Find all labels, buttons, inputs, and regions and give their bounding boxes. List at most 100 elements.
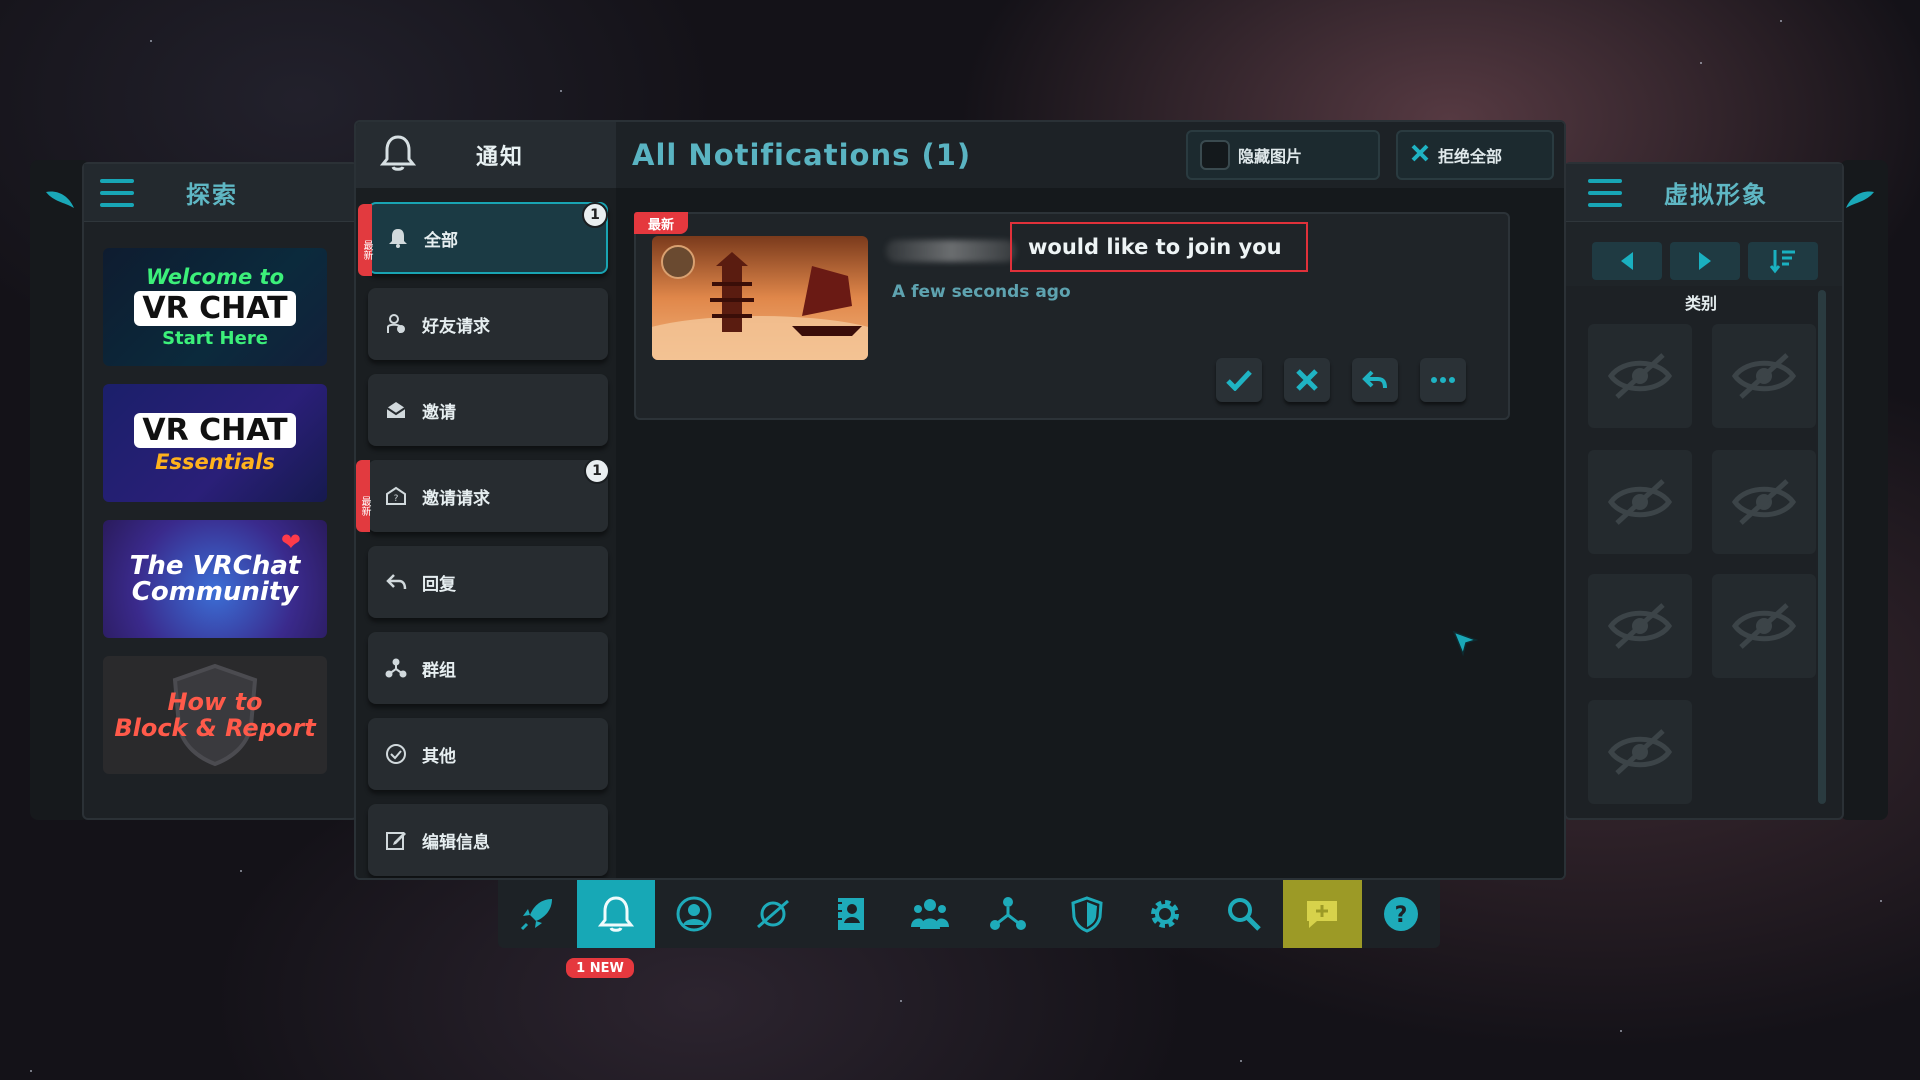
close-icon — [1296, 369, 1318, 391]
reply-button[interactable] — [1352, 358, 1398, 402]
reply-icon — [1362, 370, 1387, 389]
category-groups[interactable]: 群组 — [368, 632, 608, 704]
chevron-right-icon — [1699, 252, 1711, 270]
sender-name-blurred — [886, 240, 1016, 262]
friend-request-icon — [384, 312, 408, 336]
category-column: 通知 最新 全部 1 好友请求 邀请 最新 ? 邀请请求 1 回复 群组 其他 … — [356, 122, 616, 878]
avatar-slot[interactable] — [1712, 574, 1816, 678]
close-icon — [1410, 143, 1430, 167]
bottom-toolbar: ? — [498, 880, 1440, 948]
category-badge: 1 — [584, 458, 610, 484]
shield-icon — [1071, 896, 1103, 933]
profile-button[interactable] — [655, 880, 734, 948]
category-invite-requests[interactable]: 最新 ? 邀请请求 1 — [356, 458, 610, 532]
menu-icon[interactable] — [100, 178, 134, 207]
category-all[interactable]: 最新 全部 1 — [358, 202, 608, 276]
avatar-book-icon — [836, 898, 865, 930]
eye-slash-icon — [1607, 729, 1673, 775]
notification-time: A few seconds ago — [892, 282, 1071, 302]
eye-slash-icon — [1731, 353, 1797, 399]
notifications-button[interactable] — [576, 880, 655, 948]
explore-panel: 探索 Welcome to VR CHAT Start Here VR CHAT… — [82, 162, 358, 820]
friends-icon — [910, 899, 949, 929]
safety-button[interactable] — [1048, 880, 1127, 948]
notifications-content: All Notifications (1) 隐藏图片 拒绝全部 最新 would… — [616, 122, 1564, 878]
help-icon: ? — [1383, 897, 1418, 931]
hide-images-checkbox[interactable] — [1200, 140, 1230, 170]
chevron-left-icon — [1621, 252, 1633, 270]
sort-button[interactable] — [1748, 242, 1818, 280]
rocket-icon — [521, 899, 553, 931]
settings-button[interactable] — [1126, 880, 1205, 948]
heart-icon: ❤ — [280, 528, 301, 556]
more-options-button[interactable] — [1420, 358, 1466, 402]
groups-button[interactable] — [969, 880, 1048, 948]
scrollbar[interactable] — [1818, 290, 1826, 804]
chat-plus-icon — [1307, 901, 1338, 928]
envelope-question-icon: ? — [384, 484, 408, 508]
world-thumbnail[interactable] — [652, 236, 868, 360]
tile-community[interactable]: ❤ The VRChat Community — [103, 520, 327, 638]
wing-icon-right — [1844, 188, 1876, 216]
sort-icon — [1769, 250, 1795, 274]
decline-all-button[interactable]: 拒绝全部 — [1396, 130, 1554, 180]
notification-card[interactable]: 最新 would like to join you A few seconds … — [634, 212, 1510, 420]
avatar-slot[interactable] — [1588, 574, 1692, 678]
category-label: 类别 — [1684, 294, 1717, 313]
avatar-slot[interactable] — [1712, 450, 1816, 554]
decline-button[interactable] — [1284, 358, 1330, 402]
notifications-header-title: 通知 — [476, 145, 525, 170]
more-icon — [1431, 377, 1455, 383]
bell-icon — [597, 896, 634, 932]
avatar-slot[interactable] — [1588, 700, 1692, 804]
avatar-panel: 虚拟形象 类别 — [1564, 162, 1844, 820]
reply-icon — [384, 570, 408, 594]
avatars-button[interactable] — [812, 880, 891, 948]
avatar-slot[interactable] — [1712, 324, 1816, 428]
launchpad-button[interactable] — [498, 880, 577, 948]
svg-text:?: ? — [1394, 903, 1407, 928]
new-notifications-badge: 1 NEW — [566, 958, 634, 978]
accept-button[interactable] — [1216, 358, 1262, 402]
cursor-icon — [1452, 630, 1479, 660]
check-icon — [1226, 370, 1252, 391]
category-replies[interactable]: 回复 — [368, 546, 608, 618]
gear-icon — [1151, 900, 1180, 928]
notification-message: would like to join you — [1010, 222, 1308, 272]
wing-icon-left — [44, 188, 76, 216]
hide-images-toggle[interactable]: 隐藏图片 — [1186, 130, 1380, 180]
category-invites[interactable]: 邀请 — [368, 374, 608, 446]
planet-icon — [756, 899, 789, 929]
group-icon — [384, 656, 408, 680]
next-button[interactable] — [1670, 242, 1740, 280]
eye-slash-icon — [1607, 479, 1673, 525]
tile-essentials[interactable]: VR CHAT Essentials — [103, 384, 327, 502]
avatar-slot[interactable] — [1588, 324, 1692, 428]
explore-title: 探索 — [186, 181, 238, 209]
eye-slash-icon — [1731, 479, 1797, 525]
help-button[interactable]: ? — [1362, 880, 1441, 948]
notifications-title: All Notifications (1) — [632, 138, 972, 172]
avatar-slot[interactable] — [1588, 450, 1692, 554]
new-tag: 最新 — [634, 212, 688, 234]
eye-slash-icon — [1607, 353, 1673, 399]
check-circle-icon — [384, 742, 408, 766]
bell-icon — [379, 134, 417, 176]
tile-block-report[interactable]: How to Block & Report — [103, 656, 327, 774]
edit-icon — [384, 828, 408, 852]
prev-button[interactable] — [1592, 242, 1662, 280]
category-edit-messages[interactable]: 编辑信息 — [368, 804, 608, 876]
notifications-panel: 通知 最新 全部 1 好友请求 邀请 最新 ? 邀请请求 1 回复 群组 其他 … — [354, 120, 1566, 880]
menu-icon[interactable] — [1588, 178, 1622, 207]
tile-welcome[interactable]: Welcome to VR CHAT Start Here — [103, 248, 327, 366]
avatar-title: 虚拟形象 — [1664, 181, 1768, 209]
user-icon — [676, 896, 712, 932]
category-other[interactable]: 其他 — [368, 718, 608, 790]
group-icon — [990, 897, 1027, 930]
svg-text:?: ? — [394, 494, 399, 504]
category-friend-requests[interactable]: 好友请求 — [368, 288, 608, 360]
search-button[interactable] — [1205, 880, 1284, 948]
feedback-button[interactable] — [1283, 880, 1362, 948]
worlds-button[interactable] — [734, 880, 813, 948]
social-button[interactable] — [891, 880, 970, 948]
